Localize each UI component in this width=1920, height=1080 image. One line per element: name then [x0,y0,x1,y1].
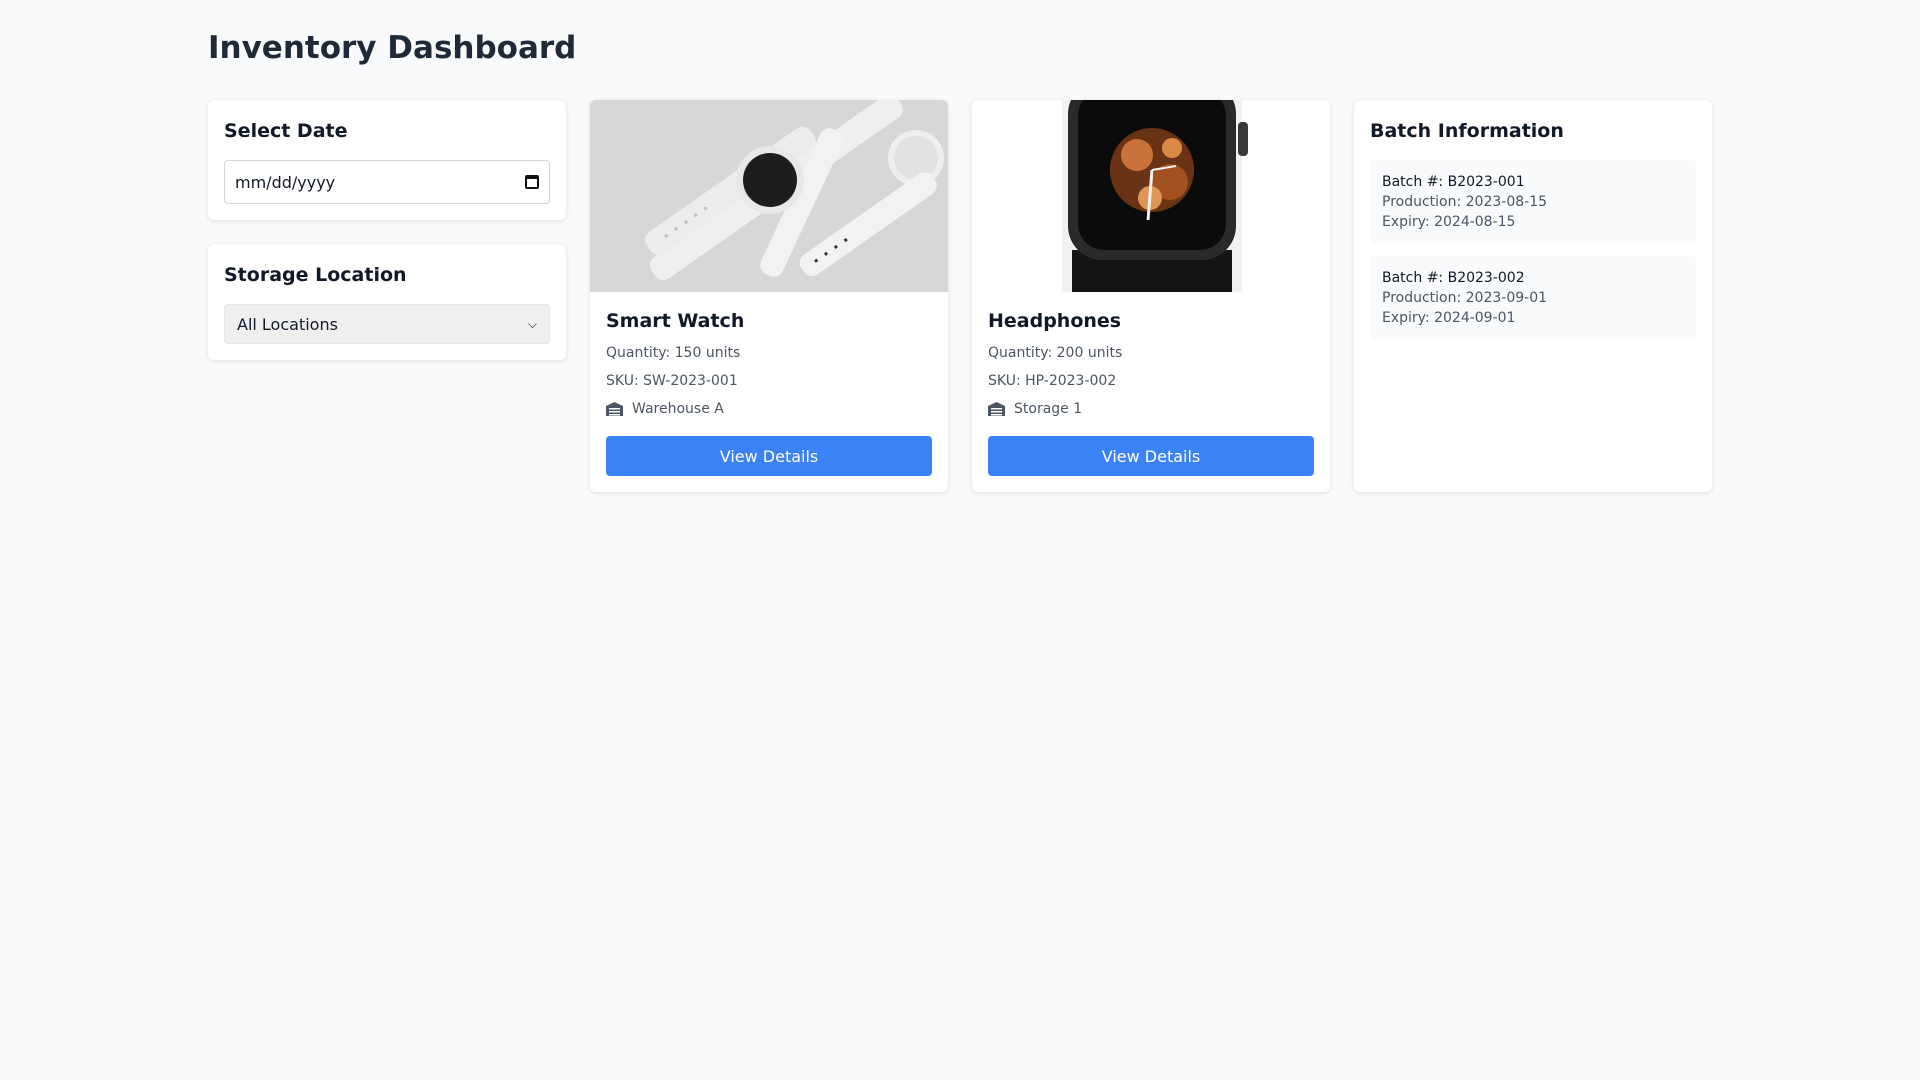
smart-watch-image [590,100,948,292]
page-title: Inventory Dashboard [208,30,577,66]
batch-info-card: Batch Information Batch #: B2023-001 Pro… [1354,100,1712,492]
calendar-icon[interactable] [525,175,539,189]
chevron-down-icon: ⌵ [527,316,537,331]
batch-item: Batch #: B2023-002 Production: 2023-09-0… [1370,256,1696,340]
product-card: Smart Watch Quantity: 150 units SKU: SW-… [590,100,948,492]
product-name: Smart Watch [606,310,745,332]
batch-number: Batch #: B2023-001 [1382,174,1525,190]
location-select-value: All Locations [237,314,338,334]
product-quantity: Quantity: 200 units [988,345,1123,361]
product-name: Headphones [988,310,1122,332]
view-details-button[interactable]: View Details [606,436,932,476]
date-filter-title: Select Date [224,120,348,142]
product-image [590,100,948,292]
location-filter-card: Storage Location All Locations ⌵ [208,244,566,360]
product-location: Warehouse A [606,401,724,417]
batch-expiry: Expiry: 2024-09-01 [1382,310,1516,326]
warehouse-icon [606,402,623,416]
product-image [972,100,1330,292]
product-location-label: Storage 1 [1014,401,1083,417]
product-location-label: Warehouse A [632,401,724,417]
product-sku: SKU: SW-2023-001 [606,373,738,389]
product-quantity: Quantity: 150 units [606,345,741,361]
batch-production: Production: 2023-08-15 [1382,194,1548,210]
location-filter-title: Storage Location [224,264,407,286]
date-filter-card: Select Date mm/dd/yyyy [208,100,566,220]
date-input[interactable]: mm/dd/yyyy [224,160,550,204]
batch-number: Batch #: B2023-002 [1382,270,1525,286]
batch-production: Production: 2023-09-01 [1382,290,1548,306]
warehouse-icon [988,402,1005,416]
headphones-image [972,100,1330,292]
batch-item: Batch #: B2023-001 Production: 2023-08-1… [1370,160,1696,244]
product-card: Headphones Quantity: 200 units SKU: HP-2… [972,100,1330,492]
view-details-button[interactable]: View Details [988,436,1314,476]
date-input-placeholder: mm/dd/yyyy [235,172,336,192]
location-select[interactable]: All Locations ⌵ [224,304,550,344]
batch-expiry: Expiry: 2024-08-15 [1382,214,1516,230]
batch-info-title: Batch Information [1370,120,1564,142]
product-sku: SKU: HP-2023-002 [988,373,1117,389]
product-location: Storage 1 [988,401,1082,417]
